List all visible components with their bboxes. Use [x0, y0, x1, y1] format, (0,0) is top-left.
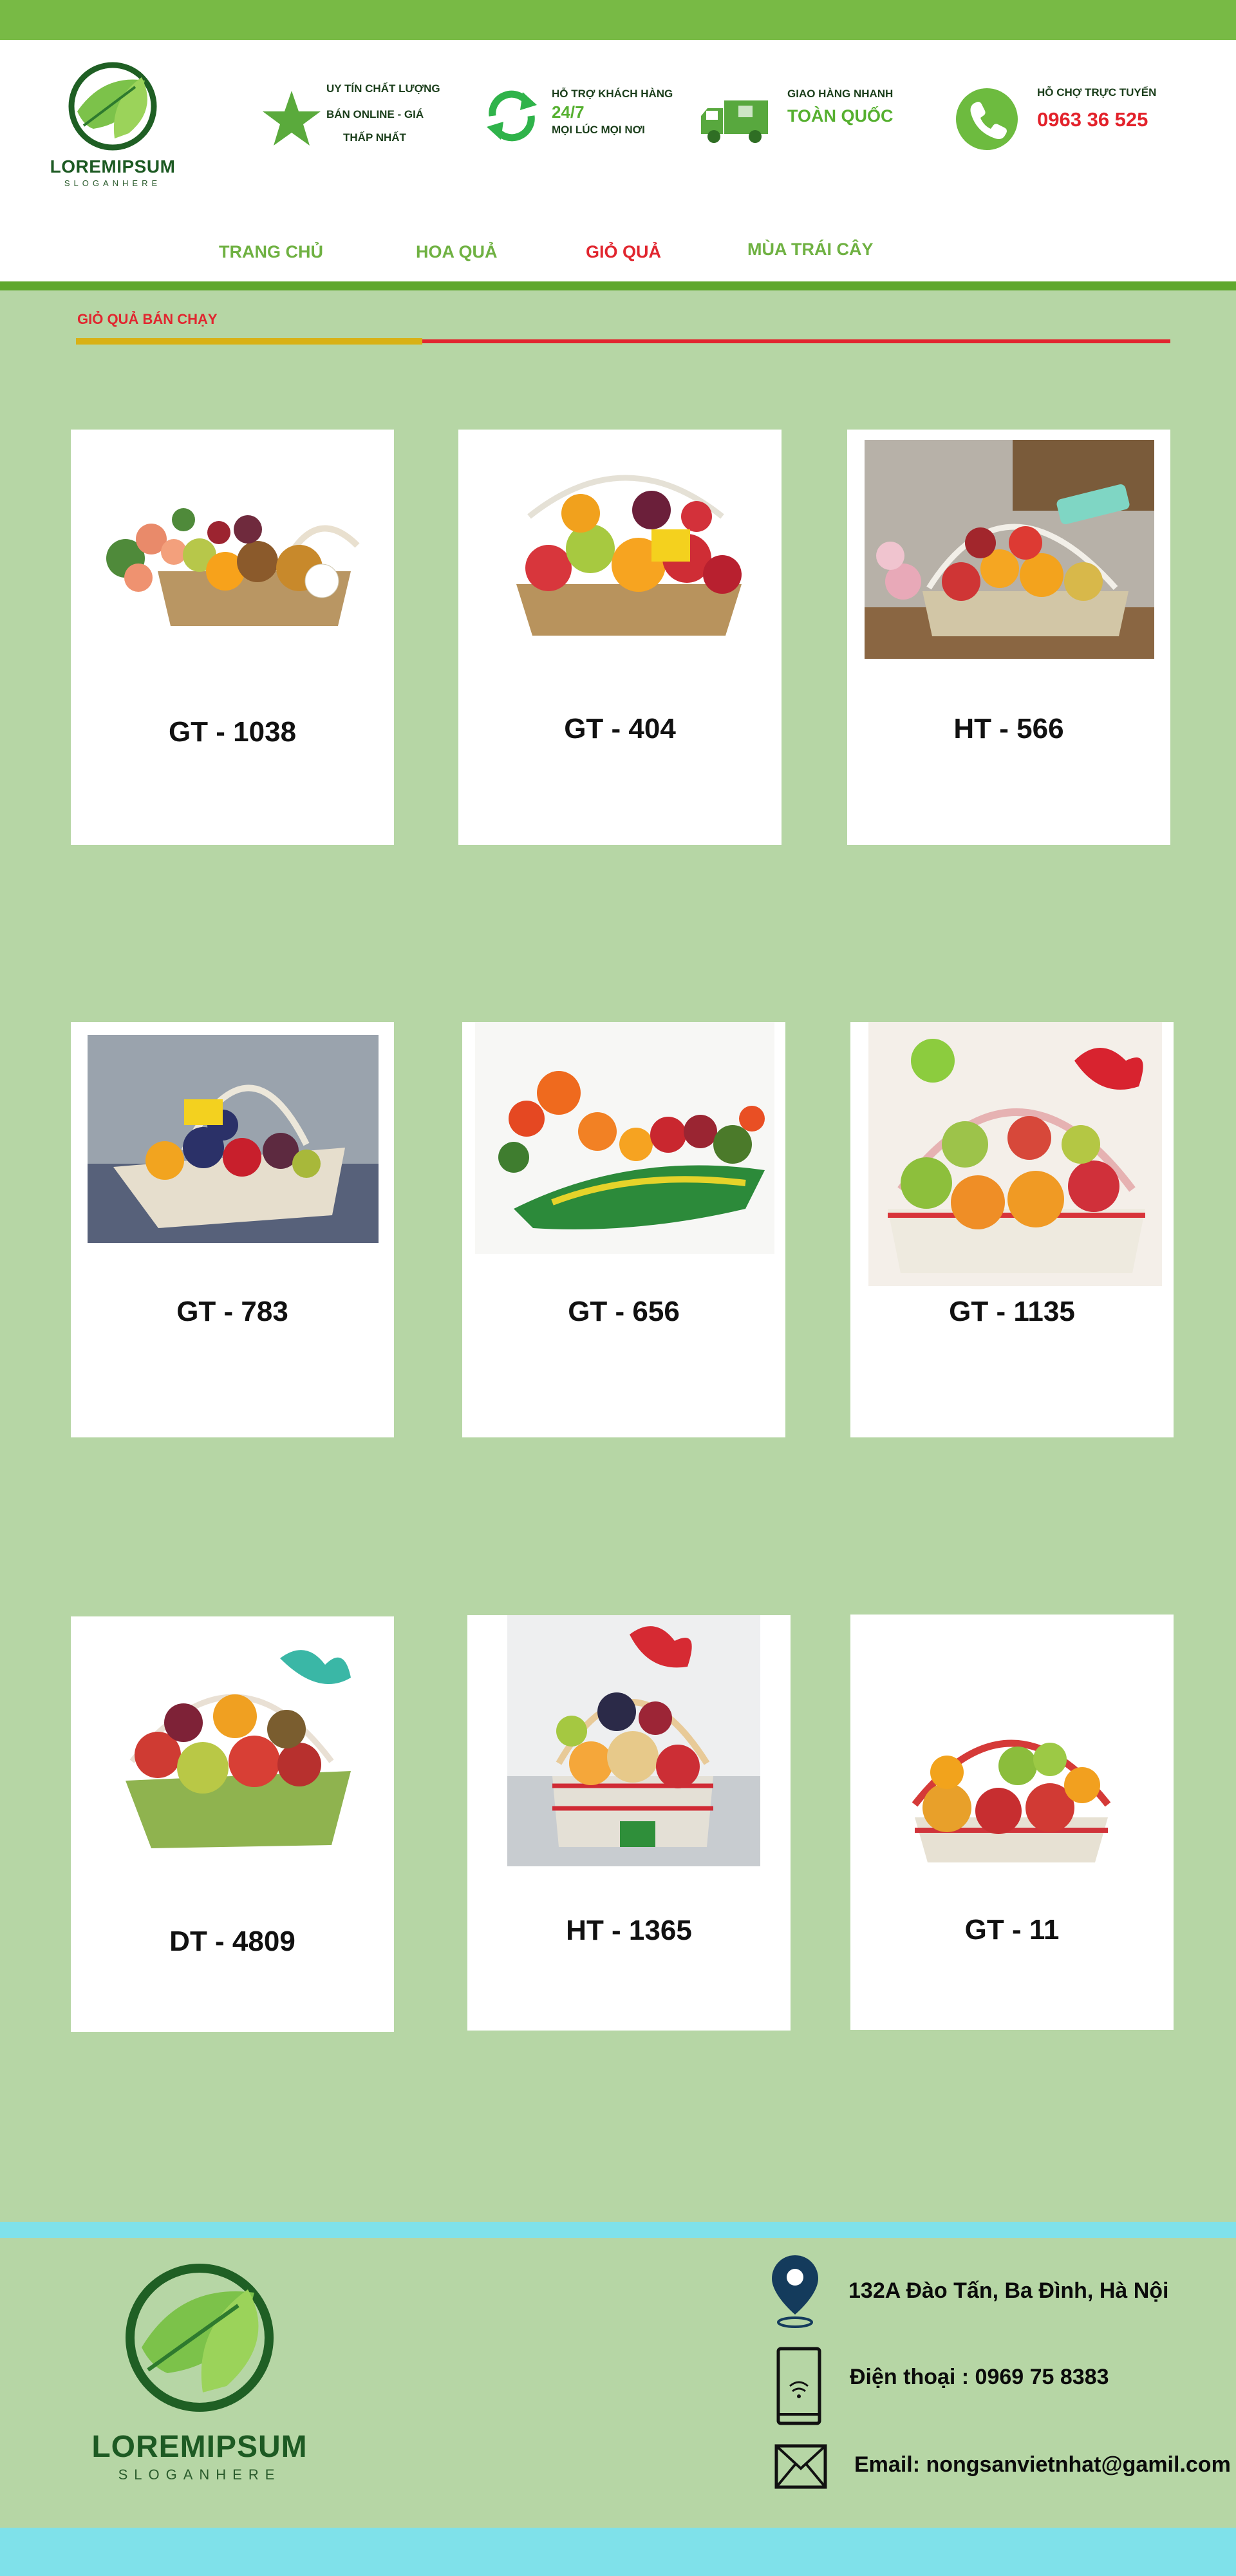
star-icon	[263, 91, 321, 146]
product-code: DT - 4809	[169, 1926, 295, 1957]
feature-delivery: GIAO HÀNG NHANH TOÀN QUỐC	[698, 80, 911, 151]
product-code: GT - 1135	[949, 1296, 1075, 1327]
fruit-basket-image	[106, 508, 360, 626]
product-code: HT - 566	[953, 713, 1064, 744]
fruit-basket-image	[516, 475, 742, 636]
product-code: GT - 783	[176, 1296, 288, 1327]
feature-quality-line3: THẤP NHẤT	[343, 131, 406, 144]
product-card[interactable]: HT - 1365	[467, 1615, 791, 2031]
section-underline	[422, 339, 1170, 343]
nav-item-seasonal-fruits[interactable]: MÙA TRÁI CÂY	[747, 240, 874, 265]
location-pin-icon	[772, 2255, 818, 2328]
fruit-basket-image	[912, 1739, 1111, 1862]
fruit-basket-image	[888, 1039, 1145, 1273]
footer-bottom-stripe	[0, 2528, 1236, 2576]
product-photo	[88, 1035, 379, 1243]
smartphone-icon	[776, 2347, 821, 2425]
logo-brand-name: LOREMIPSUM	[50, 156, 176, 176]
fruit-basket-image	[507, 1626, 760, 1866]
fruit-basket-image	[865, 440, 1154, 659]
product-photo	[868, 1022, 1162, 1286]
product-code: GT - 656	[568, 1296, 680, 1327]
feature-delivery-line1: GIAO HÀNG NHANH	[787, 88, 894, 100]
envelope-icon	[774, 2444, 827, 2489]
feature-quality: UY TÍN CHẤT LƯỢNG BÁN ONLINE - GIÁ THẤP …	[261, 80, 454, 151]
fruit-basket-image	[88, 1035, 379, 1243]
product-photo	[475, 1022, 774, 1254]
logo-slogan: SLOGANHERE	[64, 178, 162, 188]
product-code: GT - 11	[964, 1914, 1060, 1946]
nav-item-fruit-baskets[interactable]: GIỎ QUẢ	[586, 242, 661, 268]
site-logo[interactable]: LOREMIPSUM SLOGANHERE	[39, 61, 187, 196]
product-card[interactable]: DT - 4809	[71, 1616, 394, 2032]
header-divider	[0, 281, 1236, 290]
footer-top-stripe	[0, 2222, 1236, 2238]
fruit-basket-image	[126, 1650, 351, 1848]
feature-hotline-label: HỖ CHỢ TRỰC TUYẾN	[1037, 86, 1157, 99]
leaf-logo-icon	[68, 62, 157, 151]
fruit-basket-image	[498, 1071, 765, 1229]
feature-support: HỖ TRỢ KHÁCH HÀNG 24/7 MỌI LÚC MỌI NƠI	[480, 80, 692, 151]
product-code: HT - 1365	[566, 1915, 692, 1946]
product-code: GT - 1038	[168, 716, 297, 748]
footer-address: 132A Đào Tấn, Ba Đình, Hà Nội	[848, 2278, 1169, 2303]
product-photo	[507, 1615, 760, 1866]
product-code: GT - 404	[564, 713, 676, 744]
feature-delivery-line2: TOÀN QUỐC	[787, 106, 894, 126]
leaf-logo-icon	[126, 2264, 274, 2412]
product-photo	[87, 462, 380, 629]
product-photo	[106, 1633, 360, 1852]
feature-quality-line1: UY TÍN CHẤT LƯỢNG	[326, 82, 440, 95]
product-photo	[865, 440, 1154, 659]
top-bar	[0, 0, 1236, 40]
product-card[interactable]: HT - 566	[847, 430, 1170, 845]
footer-logo[interactable]: LOREMIPSUM SLOGANHERE	[77, 2260, 322, 2499]
section-title: GIỎ QUẢ BÁN CHẠY	[77, 311, 218, 327]
feature-support-247: 24/7	[552, 102, 585, 122]
product-card[interactable]: GT - 783	[71, 1022, 394, 1437]
product-card[interactable]: GT - 1135	[850, 1022, 1174, 1437]
footer-email[interactable]: Email: nongsanvietnhat@gamil.com	[854, 2452, 1231, 2477]
feature-quality-line2: BÁN ONLINE - GIÁ	[326, 108, 424, 120]
footer-phone[interactable]: Điện thoại : 0969 75 8383	[850, 2365, 1109, 2390]
nav-item-home[interactable]: TRANG CHỦ	[219, 242, 323, 268]
hotline-number[interactable]: 0963 36 525	[1037, 109, 1148, 129]
product-photo	[503, 452, 748, 636]
product-card[interactable]: GT - 1038	[71, 430, 394, 845]
section-underline-accent	[76, 338, 422, 345]
footer-slogan: SLOGANHERE	[118, 2467, 281, 2483]
footer-brand-name: LOREMIPSUM	[91, 2430, 308, 2464]
product-photo	[902, 1695, 1121, 1869]
phone-icon	[956, 88, 1018, 150]
product-card[interactable]: GT - 656	[462, 1022, 785, 1437]
product-card[interactable]: GT - 11	[850, 1615, 1174, 2030]
feature-hotline[interactable]: HỖ CHỢ TRỰC TUYẾN 0963 36 525	[955, 80, 1167, 151]
refresh-24-7-icon	[487, 90, 537, 142]
feature-support-line1: HỖ TRỢ KHÁCH HÀNG	[552, 88, 673, 100]
product-card[interactable]: GT - 404	[458, 430, 782, 845]
nav-item-fruits[interactable]: HOA QUẢ	[416, 242, 498, 268]
delivery-truck-icon	[701, 100, 768, 143]
feature-support-line3: MỌI LÚC MỌI NƠI	[552, 124, 645, 136]
